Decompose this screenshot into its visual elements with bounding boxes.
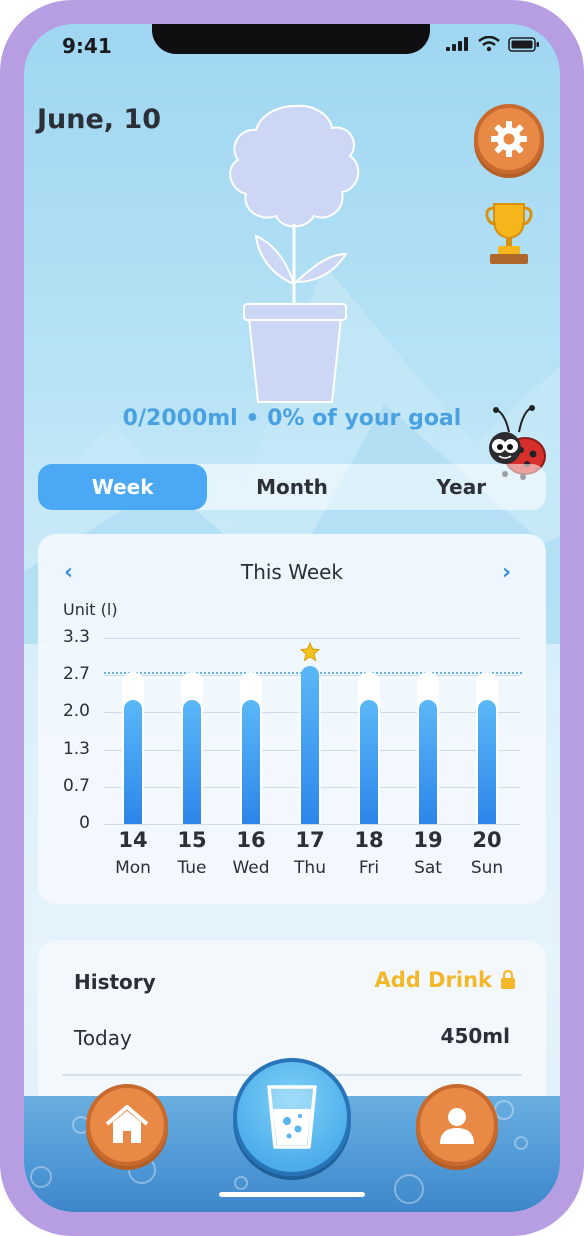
chart-bar[interactable] [242,700,260,824]
x-tick-day: Thu [294,858,326,878]
history-today-value: 450ml [440,1024,510,1048]
add-water-button[interactable] [233,1058,351,1176]
chart-bar[interactable] [183,700,201,824]
y-tick-label: 0 [79,813,90,833]
water-glass-icon [267,1085,317,1149]
gear-icon [491,121,527,157]
settings-button[interactable] [474,104,544,174]
chart-title: This Week [240,560,344,584]
chevron-right-icon[interactable]: › [502,560,522,585]
x-tick-day: Sun [470,858,504,878]
x-tick-date: 16 [236,828,266,852]
chart-gridline [104,824,520,825]
add-drink-button[interactable]: Add Drink [374,968,516,992]
x-tick-date: 20 [472,828,502,852]
x-tick-day: Mon [115,858,151,878]
x-tick-date: 19 [413,828,443,852]
history-title: History [74,970,156,994]
x-tick-date: 14 [118,828,148,852]
plant-silhouette-icon [229,104,360,403]
bubble-decoration [394,1174,424,1204]
device-notch [152,24,430,54]
lock-icon [501,970,515,989]
x-tick-day: Sat [414,858,442,878]
add-drink-label: Add Drink [374,968,492,992]
bubble-decoration [514,1136,528,1150]
bubble-decoration [234,1176,248,1190]
status-time: 9:41 [62,34,112,58]
wifi-icon [478,36,500,52]
chart-gridline [104,638,520,639]
tab-year[interactable]: Year [377,464,546,510]
period-tabs: Week Month Year [38,464,546,510]
y-tick-label: 0.7 [62,775,90,796]
y-tick-label: 1.3 [62,738,90,759]
star-icon [300,642,320,662]
app-screen: 9:41 June, 10 0/2000ml • 0% of your goal… [24,24,560,1212]
tab-month[interactable]: Month [207,464,376,510]
signal-icon [446,37,468,51]
user-icon [440,1108,474,1144]
status-icons [446,36,540,52]
y-tick-label: 2.7 [62,664,90,685]
chart-bar[interactable] [478,700,496,824]
trophy-icon[interactable] [484,200,534,266]
bubble-decoration [30,1166,52,1188]
chart-bar[interactable] [124,700,142,824]
battery-icon [508,36,539,52]
x-tick-date: 17 [295,828,325,852]
chart-bar[interactable] [360,700,378,824]
x-tick-day: Tue [177,858,207,878]
y-tick-label: 3.3 [62,627,90,647]
home-indicator [219,1192,365,1197]
x-tick-date: 18 [354,828,384,852]
x-tick-date: 15 [177,828,207,852]
x-tick-day: Fri [358,858,380,878]
chart-bar[interactable] [419,700,437,824]
y-axis-label: Unit (l) [63,600,118,619]
history-today-label: Today [74,1026,132,1050]
current-date: June, 10 [37,104,162,135]
x-tick-day: Wed [232,858,270,878]
profile-button[interactable] [416,1084,498,1166]
tab-week[interactable]: Week [38,464,208,510]
home-button[interactable] [86,1084,168,1166]
weekly-chart-card: ‹ This Week › Unit (l) 3.3 2.7 2.0 1.3 0.7 0 1… [38,534,546,904]
y-tick-label: 2.0 [62,701,90,722]
home-icon [105,1105,149,1143]
chart-bar[interactable] [301,666,319,824]
